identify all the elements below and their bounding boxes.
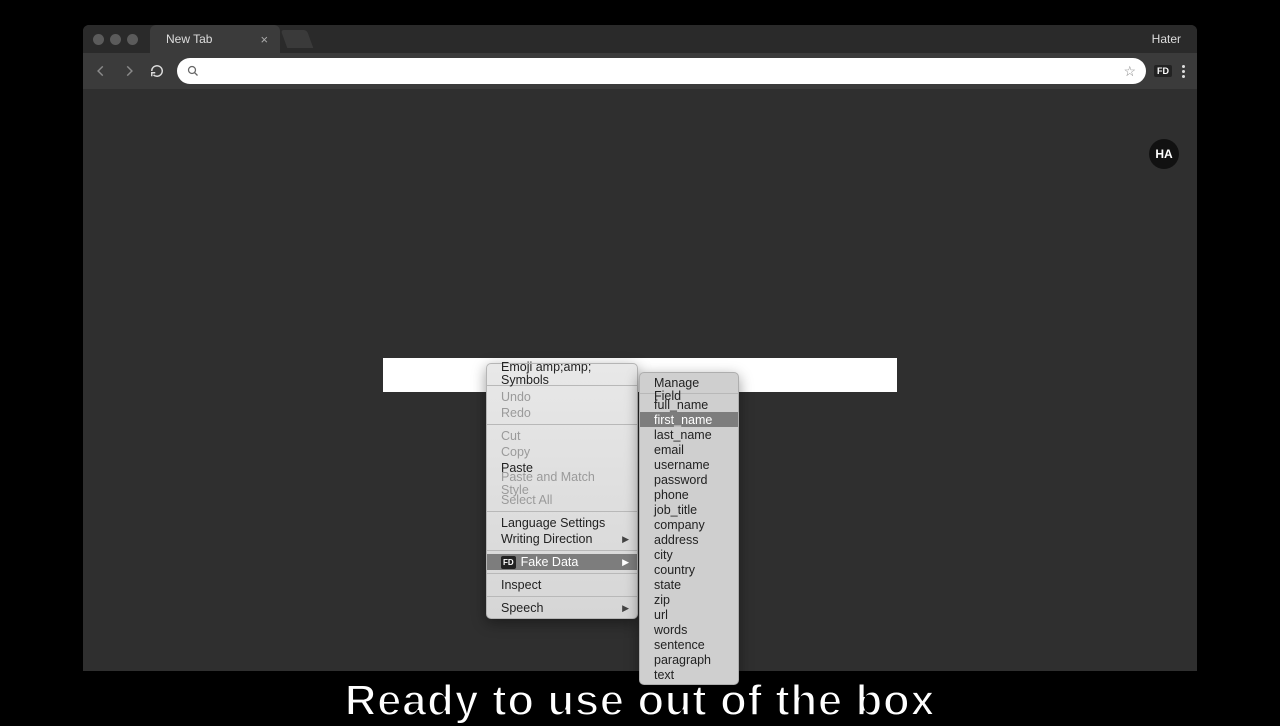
submenu-arrow-icon: ▶ (622, 602, 629, 615)
menu-item-label: Writing Direction (501, 533, 592, 546)
address-bar[interactable]: ☆ (177, 58, 1146, 84)
menu-item-label: Cut (501, 430, 520, 443)
menu-separator (487, 424, 637, 425)
menu-item-label: Select All (501, 494, 552, 507)
submenu-item-sentence[interactable]: sentence (640, 637, 738, 652)
submenu-item-country[interactable]: country (640, 562, 738, 577)
reload-button[interactable] (145, 59, 169, 83)
close-window-icon[interactable] (93, 34, 104, 45)
submenu-item-company[interactable]: company (640, 517, 738, 532)
menu-item-label: Speech (501, 602, 543, 615)
menu-item-label: Language Settings (501, 517, 605, 530)
bookmark-star-icon[interactable]: ☆ (1123, 63, 1136, 80)
context-menu: Emoji amp;amp; Symbols Undo Redo Cut Copy Pas… (486, 363, 638, 619)
promo-caption: Ready to use out of the box (0, 676, 1280, 726)
menu-separator (487, 596, 637, 597)
submenu-item-url[interactable]: url (640, 607, 738, 622)
submenu-item-email[interactable]: email (640, 442, 738, 457)
menu-item-cut: Cut (487, 428, 637, 444)
submenu-item-full_name[interactable]: full_name (640, 397, 738, 412)
submenu-item-username[interactable]: username (640, 457, 738, 472)
browser-menu-icon[interactable] (1176, 65, 1191, 78)
menu-item-select-all: Select All (487, 492, 637, 508)
window-traffic-lights[interactable] (83, 34, 148, 45)
menu-item-undo: Undo (487, 389, 637, 405)
maximize-window-icon[interactable] (127, 34, 138, 45)
menu-item-paste-and-match-style: Paste and Match Style (487, 476, 637, 492)
submenu-arrow-icon: ▶ (622, 533, 629, 546)
menu-separator (487, 573, 637, 574)
menu-item-writing-direction[interactable]: Writing Direction ▶ (487, 531, 637, 547)
browser-toolbar: ☆ FD (83, 53, 1197, 89)
profile-avatar[interactable]: HA (1149, 139, 1179, 169)
tab-bar: New Tab × Hater (83, 25, 1197, 53)
close-tab-icon[interactable]: × (260, 32, 268, 47)
fd-badge-icon: FD (501, 556, 516, 569)
profile-name[interactable]: Hater (1152, 32, 1197, 46)
submenu-item-paragraph[interactable]: paragraph (640, 652, 738, 667)
browser-tab[interactable]: New Tab × (150, 25, 280, 53)
fake-data-submenu: Manage Field full_namefirst_namelast_name… (639, 372, 739, 685)
submenu-item-last_name[interactable]: last_name (640, 427, 738, 442)
submenu-item-address[interactable]: address (640, 532, 738, 547)
menu-item-label: Redo (501, 407, 531, 420)
back-button[interactable] (89, 59, 113, 83)
submenu-item-state[interactable]: state (640, 577, 738, 592)
new-tab-button[interactable] (281, 30, 314, 48)
menu-item-label: Copy (501, 446, 530, 459)
menu-separator (487, 550, 637, 551)
menu-item-emoji-amp-amp-symbols[interactable]: Emoji amp;amp; Symbols (487, 366, 637, 382)
minimize-window-icon[interactable] (110, 34, 121, 45)
menu-item-copy: Copy (487, 444, 637, 460)
menu-item-speech[interactable]: Speech ▶ (487, 600, 637, 616)
extension-badge[interactable]: FD (1154, 65, 1172, 77)
submenu-item-password[interactable]: password (640, 472, 738, 487)
menu-item-fake-data[interactable]: FD Fake Data ▶ (487, 554, 637, 570)
browser-window: New Tab × Hater ☆ FD HA Emoji amp;amp (83, 25, 1197, 671)
menu-item-label: Emoji amp;amp; Symbols (501, 361, 623, 387)
page-content: HA Emoji amp;amp; Symbols Undo Redo Cut Copy… (83, 89, 1197, 671)
submenu-item-job_title[interactable]: job_title (640, 502, 738, 517)
submenu-item-words[interactable]: words (640, 622, 738, 637)
menu-item-label: Undo (501, 391, 531, 404)
menu-item-inspect[interactable]: Inspect (487, 577, 637, 593)
submenu-item-first_name[interactable]: first_name (640, 412, 738, 427)
menu-item-label: Inspect (501, 579, 541, 592)
tab-title: New Tab (166, 32, 212, 46)
submenu-header[interactable]: Manage Field (640, 375, 738, 390)
forward-button[interactable] (117, 59, 141, 83)
menu-separator (487, 511, 637, 512)
search-icon (187, 65, 199, 77)
submenu-item-zip[interactable]: zip (640, 592, 738, 607)
menu-item-redo: Redo (487, 405, 637, 421)
submenu-item-phone[interactable]: phone (640, 487, 738, 502)
submenu-arrow-icon: ▶ (622, 556, 629, 569)
menu-item-label: Fake Data (521, 556, 579, 569)
menu-item-language-settings[interactable]: Language Settings (487, 515, 637, 531)
submenu-item-city[interactable]: city (640, 547, 738, 562)
